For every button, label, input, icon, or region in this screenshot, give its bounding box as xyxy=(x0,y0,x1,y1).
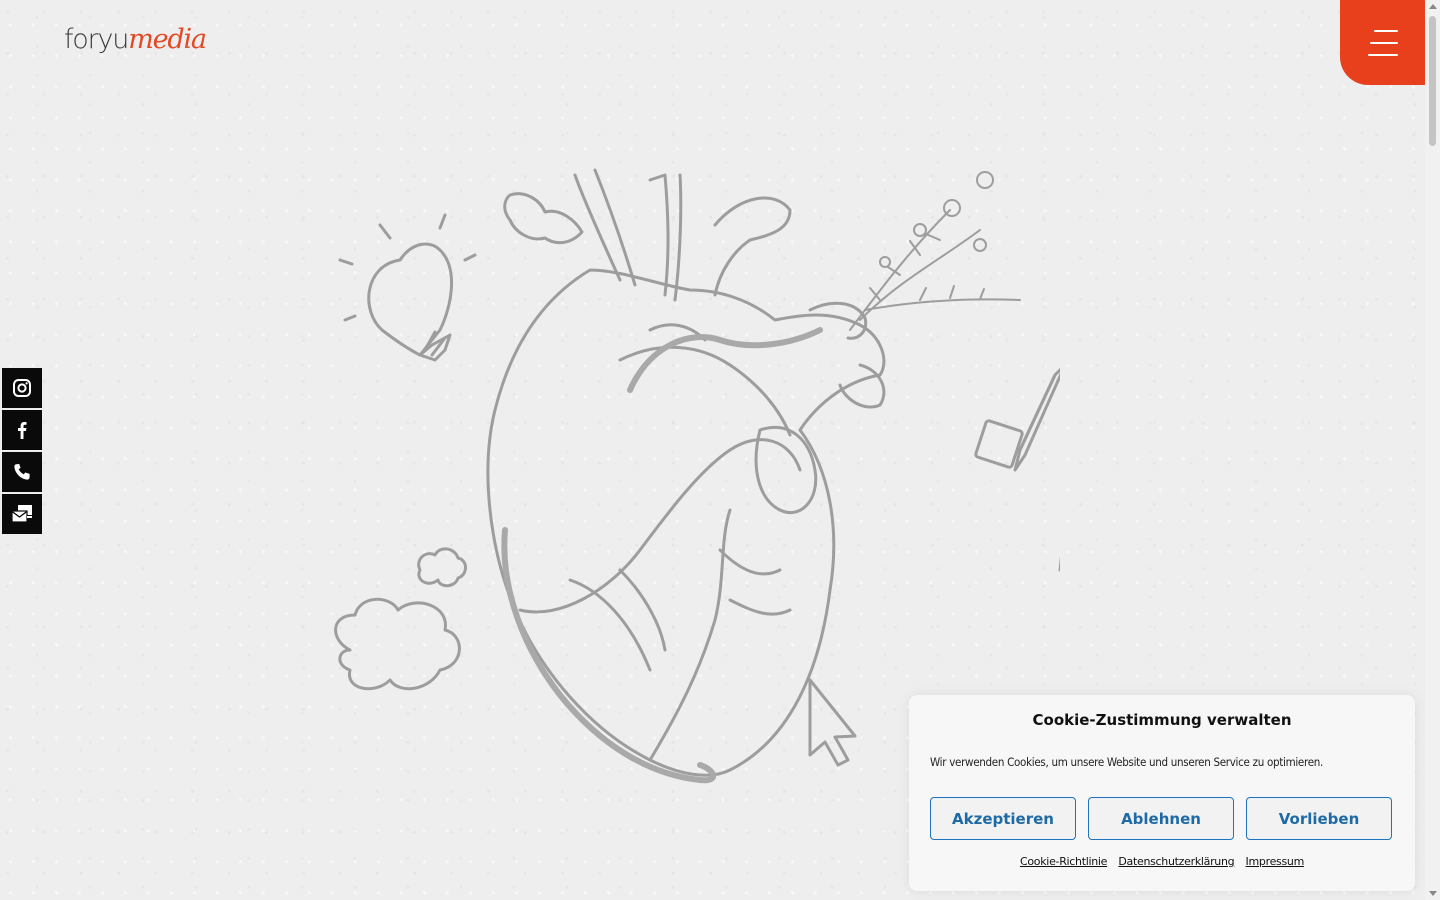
preferences-button[interactable]: Vorlieben xyxy=(1246,797,1392,840)
cookie-text: Wir verwenden Cookies, um unsere Website… xyxy=(930,755,1324,769)
social-sidebar xyxy=(2,368,42,536)
cookie-policy-link[interactable]: Cookie-Richtlinie xyxy=(1020,855,1107,868)
accept-button[interactable]: Akzeptieren xyxy=(930,797,1076,840)
pencil-icon xyxy=(1013,367,1060,472)
cursor-icon xyxy=(808,678,857,767)
imprint-link[interactable]: Impressum xyxy=(1246,855,1305,868)
instagram-button[interactable] xyxy=(2,368,42,408)
page-scrollbar[interactable] xyxy=(1425,0,1440,900)
privacy-link[interactable]: Datenschutzerklärung xyxy=(1118,855,1234,868)
scroll-up-arrow-icon[interactable] xyxy=(1429,4,1437,9)
mail-button[interactable] xyxy=(2,494,42,534)
flower-sprigs xyxy=(849,171,1021,331)
light-bulb-icon xyxy=(338,213,477,362)
cookie-links: Cookie-Richtlinie Datenschutzerklärung I… xyxy=(909,855,1415,868)
facebook-button[interactable] xyxy=(2,410,42,450)
menu-button[interactable] xyxy=(1340,0,1425,85)
hamburger-menu-icon xyxy=(1367,29,1398,56)
mail-icon xyxy=(11,505,32,523)
scroll-down-arrow-icon[interactable] xyxy=(1429,891,1437,896)
phone-button[interactable] xyxy=(2,452,42,492)
cookie-title: Cookie-Zustimmung verwalten xyxy=(1032,711,1292,729)
decline-button[interactable]: Ablehnen xyxy=(1088,797,1234,840)
heart-shape xyxy=(486,168,886,777)
logo-text-part2: media xyxy=(128,24,207,55)
scrollbar-thumb[interactable] xyxy=(1429,16,1436,146)
facebook-icon xyxy=(18,422,27,439)
logo-text-part1: foryu xyxy=(64,24,129,55)
instagram-icon xyxy=(13,379,31,397)
eraser-icon xyxy=(974,419,1024,469)
cloud-icon xyxy=(334,547,467,691)
cookie-consent-banner: Cookie-Zustimmung verwalten Wir verwende… xyxy=(909,695,1415,891)
logo[interactable]: foryumedia xyxy=(64,24,207,55)
phone-icon xyxy=(14,464,30,480)
